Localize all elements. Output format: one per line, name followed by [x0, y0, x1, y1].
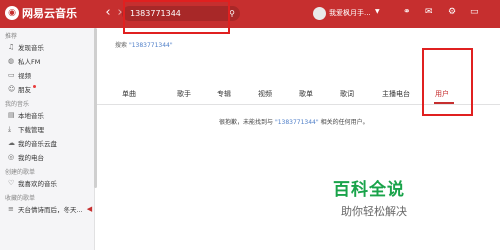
empty-message-query: "1383771344"	[274, 119, 319, 126]
sidebar-item-label: 发现音乐	[18, 44, 44, 52]
tab-radio[interactable]: 主播电台	[382, 89, 410, 99]
tab-artists[interactable]: 歌手	[177, 89, 191, 99]
sidebar-item-label: 我喜欢的音乐	[18, 180, 57, 188]
radio-icon: ◍	[8, 57, 15, 65]
skin-icon[interactable]: ⚭	[403, 7, 411, 17]
watermark: 百科全说 助你轻松解决	[333, 175, 463, 225]
playlist-icon: ≡	[8, 205, 14, 213]
sidebar-item-cloud-disk[interactable]: ☁ 我的音乐云盘	[0, 136, 94, 150]
search-icon[interactable]: ⚲	[229, 6, 235, 21]
settings-icon[interactable]: ⚙	[448, 7, 456, 17]
netease-logo-icon: ◉	[5, 6, 19, 20]
download-icon: ⤓	[8, 124, 12, 133]
sidebar-item-collected-playlist[interactable]: ≡ 天台情诗而后，冬天... ◀	[0, 202, 94, 216]
username[interactable]: 我爱枫月手...	[329, 8, 371, 18]
sidebar-item-label: 朋友	[18, 86, 31, 94]
speaker-icon: ◀	[86, 205, 93, 213]
sidebar-section-title: 收藏的歌单	[5, 195, 36, 202]
tab-albums[interactable]: 专辑	[217, 89, 231, 99]
sidebar-item-video[interactable]: ▭ 视频	[0, 68, 94, 82]
sidebar-item-label: 下载管理	[18, 126, 44, 134]
avatar[interactable]	[313, 7, 326, 20]
sidebar-item-label: 我的电台	[18, 154, 44, 162]
app-name: 网易云音乐	[22, 7, 77, 20]
tab-songs[interactable]: 单曲	[122, 89, 136, 99]
empty-result-message: 很抱歉，未能找到与 "1383771344" 相关的任何用户。	[219, 117, 369, 126]
sidebar-section-title: 创建的歌单	[5, 169, 36, 176]
tab-lyrics[interactable]: 歌词	[340, 89, 354, 99]
chevron-down-icon[interactable]: ▼	[375, 8, 380, 15]
sidebar-item-friends[interactable]: ☺ 朋友	[0, 82, 94, 96]
sidebar-item-label: 天台情诗而后，冬天...	[18, 206, 83, 214]
empty-message-prefix: 很抱歉，未能找到与	[219, 119, 274, 126]
sidebar-section-title: 我的音乐	[5, 101, 30, 108]
sidebar-item-local-music[interactable]: ▤ 本地音乐	[0, 108, 94, 122]
friends-icon: ☺	[8, 85, 16, 93]
sidebar-section-title: 推荐	[5, 33, 18, 40]
sidebar-item-label: 我的音乐云盘	[18, 140, 57, 148]
sidebar-item-downloads[interactable]: ⤓ 下载管理	[0, 122, 94, 136]
sidebar-item-liked-music[interactable]: ♡ 我喜欢的音乐	[0, 176, 94, 190]
search-highlight-box	[123, 0, 230, 34]
sidebar-item-my-radio[interactable]: ◎ 我的电台	[0, 150, 94, 164]
empty-message-suffix: 相关的任何用户。	[320, 119, 369, 126]
watermark-title: 百科全说	[333, 180, 405, 200]
tab-videos[interactable]: 视频	[258, 89, 272, 99]
title-bar: ◉ 网易云音乐 ‹ › 1383771344 ⚲ 我爱枫月手... ▼ ⚭ ✉ …	[0, 0, 500, 28]
local-music-icon: ▤	[8, 111, 15, 119]
search-summary: 搜索 "1383771344"	[115, 40, 173, 49]
sidebar-item-personal-fm[interactable]: ◍ 私人FM	[0, 54, 94, 68]
watermark-subtitle: 助你轻松解决	[341, 205, 407, 218]
search-summary-query: "1383771344"	[128, 42, 173, 49]
tab-playlists[interactable]: 歌单	[299, 89, 313, 99]
sidebar: 推荐 ♫ 发现音乐 ◍ 私人FM ▭ 视频 ☺ 朋友 我的音乐 ▤ 本地音乐 ⤓…	[0, 28, 95, 250]
music-note-icon: ♫	[8, 43, 15, 51]
mail-icon[interactable]: ✉	[425, 7, 433, 17]
radio-station-icon: ◎	[8, 153, 15, 161]
sidebar-item-label: 视频	[18, 72, 31, 80]
notification-dot	[33, 85, 36, 88]
sidebar-item-discover-music[interactable]: ♫ 发现音乐	[0, 40, 94, 54]
video-icon: ▭	[8, 71, 15, 79]
heart-icon: ♡	[8, 179, 15, 187]
minimize-icon[interactable]: ▭	[470, 7, 479, 17]
users-tab-highlight-box	[422, 48, 473, 116]
cloud-icon: ☁	[8, 139, 15, 147]
sidebar-item-label: 私人FM	[18, 58, 41, 66]
search-summary-prefix: 搜索	[115, 42, 128, 49]
sidebar-item-label: 本地音乐	[18, 112, 44, 120]
app-logo[interactable]: ◉ 网易云音乐	[5, 5, 77, 21]
